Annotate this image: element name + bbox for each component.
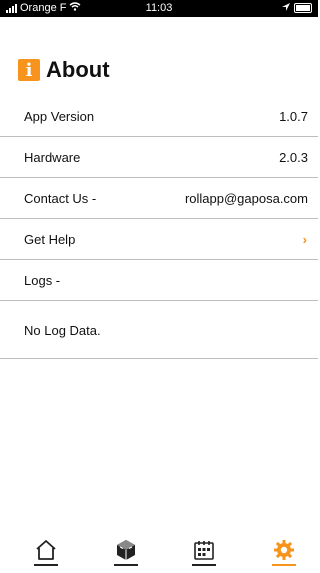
hardware-row: Hardware 2.0.3: [0, 137, 318, 178]
chevron-right-icon[interactable]: ›: [303, 232, 307, 247]
tab-schedule-underline: [192, 564, 216, 566]
logs-row: Logs -: [0, 260, 318, 301]
logs-label: Logs -: [24, 272, 61, 288]
app-version-value: 1.0.7: [279, 108, 308, 124]
tab-devices[interactable]: [106, 538, 146, 572]
page-title: About: [46, 57, 110, 82]
tab-settings-underline: [272, 564, 296, 566]
get-help-label: Get Help: [24, 231, 76, 247]
home-icon: [36, 540, 56, 560]
contact-email-link[interactable]: rollapp@gaposa.com: [185, 191, 308, 206]
hardware-label: Hardware: [24, 149, 81, 165]
log-data-row: No Log Data.: [0, 303, 318, 359]
hardware-value: 2.0.3: [279, 149, 308, 165]
tab-home-underline: [34, 564, 58, 566]
status-bar: Orange F 11:03: [0, 0, 318, 17]
contact-label: Contact Us -: [24, 190, 97, 206]
tab-settings[interactable]: [264, 538, 304, 572]
log-data-text: No Log Data.: [24, 323, 101, 338]
tab-home[interactable]: [26, 538, 66, 572]
tab-devices-underline: [114, 564, 138, 566]
status-time: 11:03: [145, 2, 173, 14]
page-header: i About: [18, 56, 110, 84]
status-right: [282, 2, 312, 14]
app-version-label: App Version: [24, 108, 95, 124]
info-icon: i: [18, 59, 40, 81]
settings-gear-icon: [274, 540, 294, 560]
cube-icon: [117, 540, 135, 560]
battery-icon: [294, 3, 312, 13]
calendar-icon: [194, 541, 214, 560]
about-list: App Version 1.0.7 Hardware 2.0.3 Contact…: [0, 96, 318, 301]
tab-schedule[interactable]: [184, 538, 224, 572]
get-help-row[interactable]: Get Help ›: [0, 219, 318, 260]
contact-row[interactable]: Contact Us - rollapp@gaposa.com: [0, 178, 318, 219]
app-version-row: App Version 1.0.7: [0, 96, 318, 137]
location-arrow-icon: [282, 2, 290, 14]
tab-bar: [0, 534, 318, 573]
